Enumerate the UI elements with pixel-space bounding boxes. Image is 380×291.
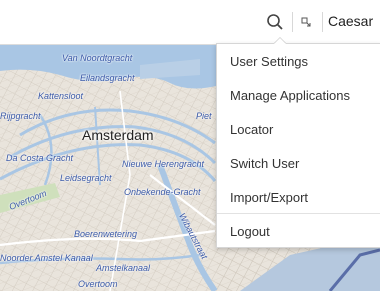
map-street-label: Onbekende-Gracht	[124, 187, 201, 197]
menu-item-user-settings[interactable]: User Settings	[230, 54, 308, 69]
menu-caret-fill	[274, 38, 286, 44]
top-bar: Caesar	[0, 0, 380, 45]
map-street-label: Rijpgracht	[0, 111, 41, 121]
expand-button[interactable]	[296, 9, 316, 35]
map-street-label: Nieuwe Herengracht	[122, 159, 205, 169]
menu-divider	[217, 213, 380, 214]
menu-item-import-export[interactable]: Import/Export	[230, 190, 308, 205]
expand-icon	[301, 17, 311, 27]
menu-item-locator[interactable]: Locator	[230, 122, 273, 137]
map-street-label: Overtoom	[78, 279, 118, 289]
user-name-button[interactable]: Caesar	[328, 13, 373, 29]
map-street-label: Leidsegracht	[60, 173, 112, 183]
map-city-label: Amsterdam	[82, 127, 154, 143]
map-street-label: Kattensloot	[38, 91, 84, 101]
map-street-label: Noorder Amstel Kanaal	[0, 253, 93, 263]
menu-item-logout[interactable]: Logout	[230, 224, 270, 239]
user-menu: User Settings Manage Applications Locato…	[216, 43, 380, 248]
map-street-label: Van Noordtgracht	[62, 53, 133, 63]
map-street-label: Piet	[196, 111, 212, 121]
toolbar-divider	[322, 12, 323, 32]
menu-item-switch-user[interactable]: Switch User	[230, 156, 299, 171]
menu-item-manage-applications[interactable]: Manage Applications	[230, 88, 350, 103]
search-icon	[267, 14, 283, 30]
map-street-label: Da Costa Gracht	[6, 153, 74, 163]
map-street-label: Amstelkanaal	[96, 263, 151, 273]
toolbar-divider	[292, 12, 293, 32]
map-street-label: Eilandsgracht	[80, 73, 135, 83]
map-street-label: Boerenwetering	[74, 229, 138, 239]
search-button[interactable]	[262, 9, 288, 35]
